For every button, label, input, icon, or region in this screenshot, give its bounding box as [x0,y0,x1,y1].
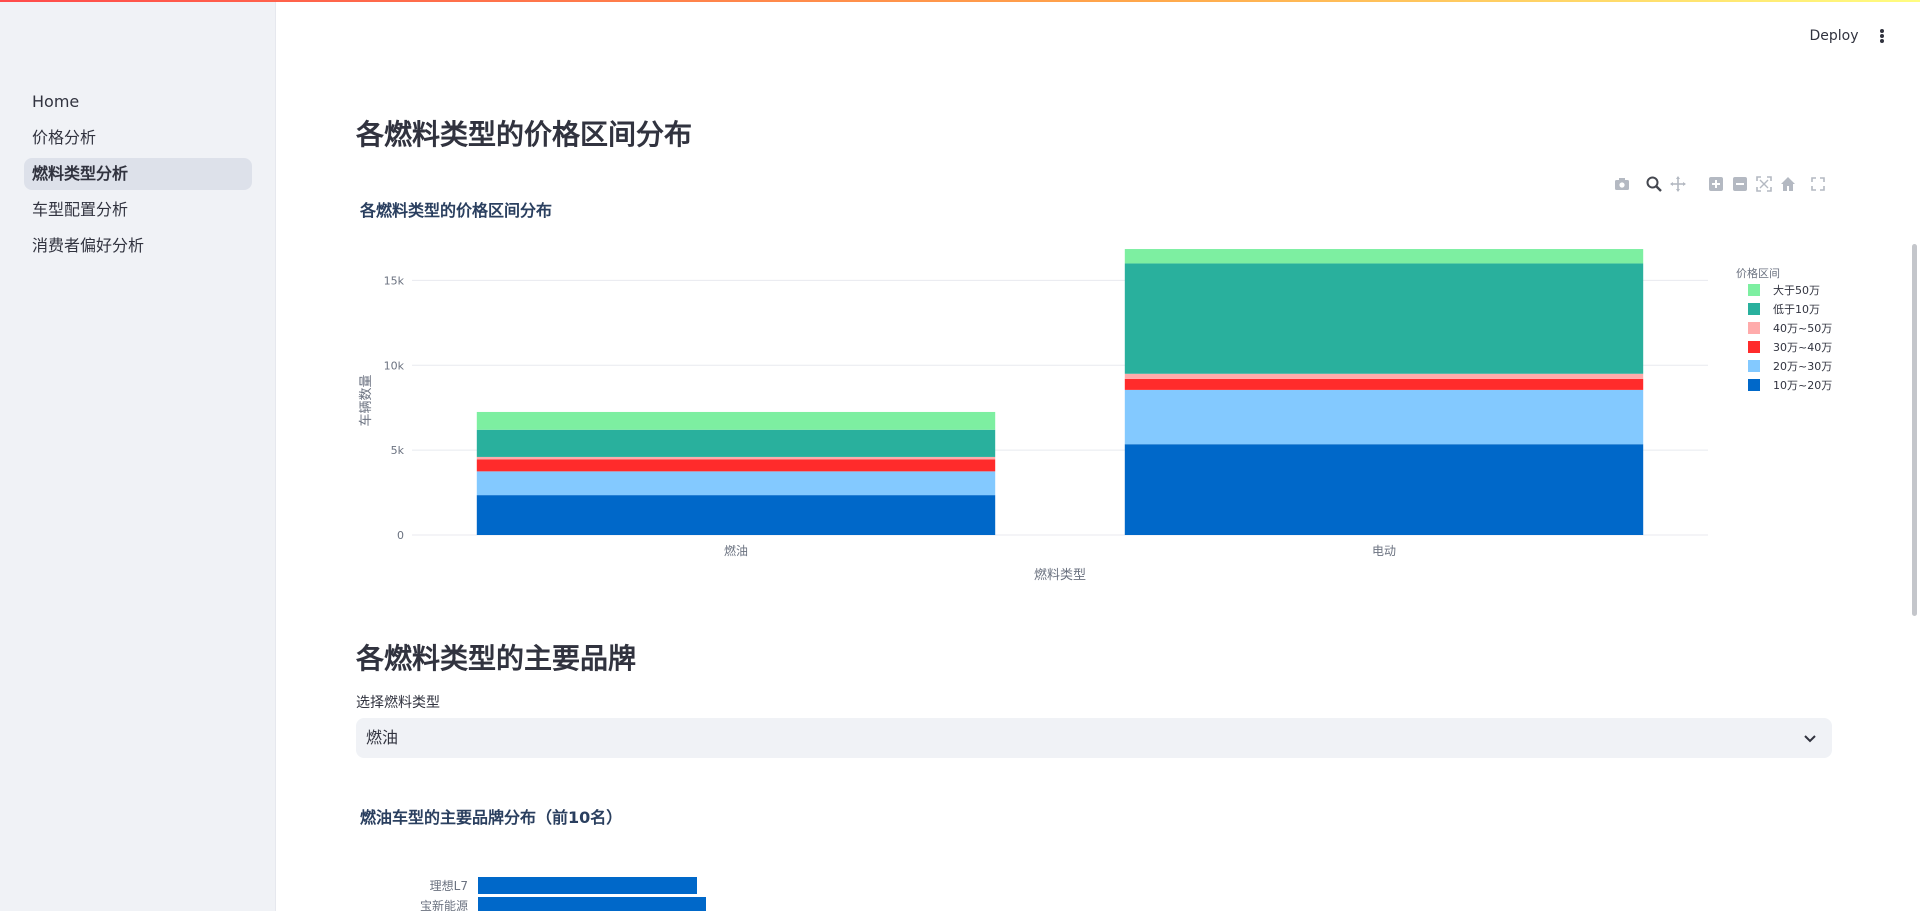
kebab-dot [1880,29,1884,33]
legend-label: 30万~40万 [1773,341,1832,354]
kebab-dot [1880,34,1884,38]
sidebar-nav: Home 价格分析 燃料类型分析 车型配置分析 消费者偏好分析 [24,86,252,266]
top-accent-bar [0,0,1920,2]
legend-title: 价格区间 [1736,266,1780,280]
y-tick-label: 理想L7 [430,878,468,893]
bar-segment [1124,373,1644,379]
section-title-main-brands: 各燃料类型的主要品牌 [356,642,637,675]
y-tick-label: 宝新能源 [420,898,468,911]
legend-swatch [1748,360,1760,372]
bar-segment [1124,378,1644,390]
bar-segment [1124,249,1644,264]
legend-label: 10万~20万 [1773,379,1832,392]
chart-title: 燃油车型的主要品牌分布（前10名） [360,808,622,827]
y-tick-label: 0 [397,529,404,542]
x-tick-label: 电动 [1372,544,1396,558]
x-tick-label: 燃油 [724,543,748,558]
sidebar-item-consumer-preference-analysis[interactable]: 消费者偏好分析 [24,230,252,262]
fuel-type-select-value: 燃油 [366,728,399,747]
sidebar-item-fuel-type-analysis[interactable]: 燃料类型分析 [24,158,252,190]
deploy-button[interactable]: Deploy [1800,24,1868,48]
bar-segment [476,459,996,472]
section-title-price-distribution: 各燃料类型的价格区间分布 [356,118,693,151]
bar-segment [1124,263,1644,374]
bar-segment [1124,444,1644,535]
legend-label: 40万~50万 [1773,322,1832,335]
legend-swatch [1748,284,1760,296]
x-axis-title: 燃料类型 [1034,567,1086,583]
bar [478,877,697,894]
sidebar-item-model-config-analysis[interactable]: 车型配置分析 [24,194,252,226]
kebab-dot [1880,39,1884,43]
bar-segment [476,429,996,457]
bar-segment [476,411,996,430]
y-tick-label: 15k [384,274,405,287]
legend-swatch [1748,379,1760,391]
bar-segment [476,471,996,496]
bar-segment [1124,389,1644,445]
bar [478,897,706,911]
sidebar-item-home[interactable]: Home [24,86,252,118]
bar-segment [476,495,996,535]
bar-segment [476,456,996,460]
legend-label: 低于10万 [1773,303,1820,316]
main-menu-button[interactable] [1872,24,1892,48]
fuel-type-select[interactable]: 燃油 [356,718,1832,758]
legend-label: 大于50万 [1773,283,1820,297]
page-scrollbar[interactable] [1912,244,1917,616]
chevron-down-icon [1804,735,1816,743]
y-tick-label: 10k [384,359,405,372]
fuel-type-select-label: 选择燃料类型 [356,695,440,711]
legend-swatch [1748,322,1760,334]
legend-swatch [1748,341,1760,353]
sidebar: Home 价格分析 燃料类型分析 车型配置分析 消费者偏好分析 [0,2,276,911]
chart-title: 各燃料类型的价格区间分布 [359,201,552,220]
brand-distribution-chart: 燃油车型的主要品牌分布（前10名） 理想L7 宝新能源 [360,808,706,911]
sidebar-item-price-analysis[interactable]: 价格分析 [24,122,252,154]
y-axis-title: 车辆数量 [358,374,374,426]
price-distribution-chart: 各燃料类型的价格区间分布 0 5k 10k 15k 燃油 电动燃料类型 车辆数量 价格区间大于5… [358,201,1832,583]
legend-label: 20万~30万 [1773,360,1832,373]
legend-swatch [1748,303,1760,315]
y-tick-label: 5k [391,444,405,457]
